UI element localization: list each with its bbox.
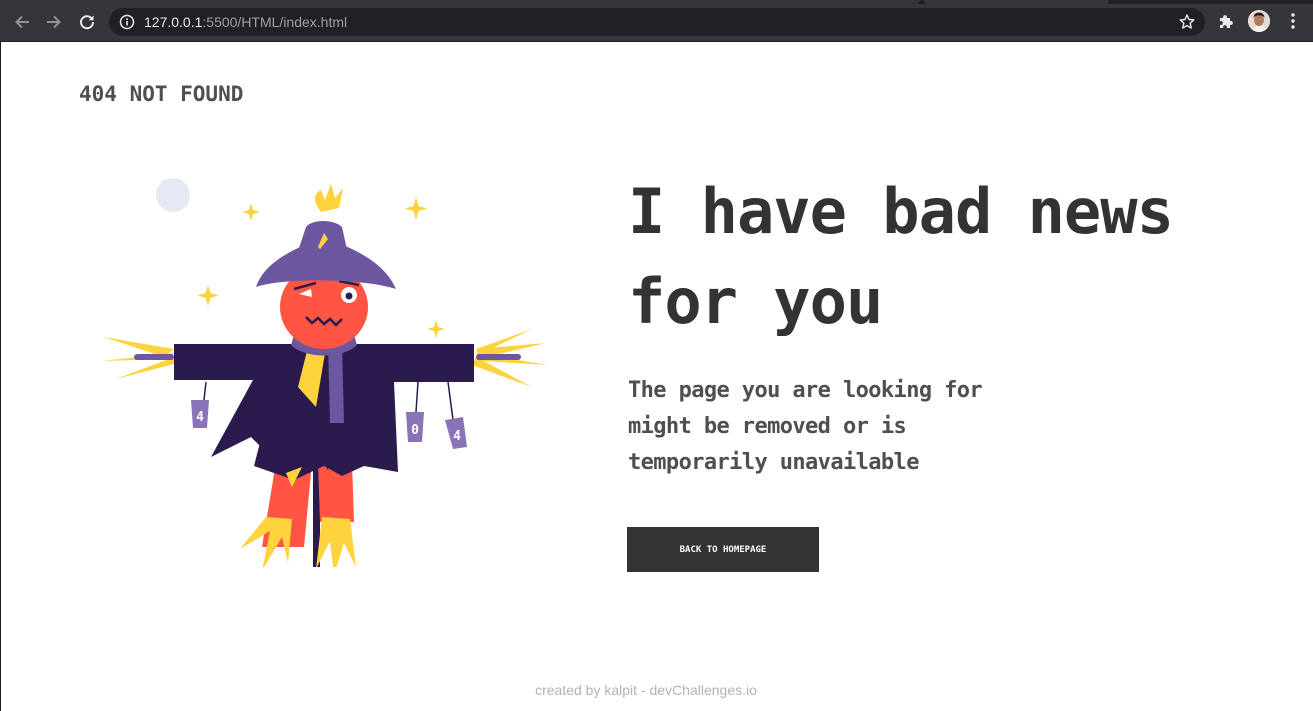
- scarecrow-illustration: 4 0 4: [102, 178, 548, 567]
- info-icon[interactable]: [119, 14, 135, 30]
- subtext: The page you are looking for might be re…: [628, 378, 983, 475]
- can-label: 4: [453, 429, 461, 444]
- back-to-homepage-button[interactable]: BACK TO HOMEPAGE: [627, 527, 819, 572]
- reload-button[interactable]: [75, 10, 99, 34]
- active-tab[interactable]: [0, 0, 920, 4]
- puzzle-icon[interactable]: [1217, 12, 1235, 30]
- forward-button[interactable]: [42, 10, 66, 34]
- moon: [156, 178, 190, 212]
- url-host: 127.0.0.1: [144, 14, 203, 30]
- url-path: :5500/HTML/index.html: [202, 14, 348, 30]
- avatar[interactable]: [1248, 10, 1270, 32]
- can-label: 4: [196, 410, 204, 425]
- page: 404 NOT FOUND 4 0 4 I have bad news for …: [0, 42, 1313, 711]
- tab-strip: [0, 0, 1313, 4]
- brand-title: 404 NOT FOUND: [79, 82, 244, 106]
- profile-photo: [1248, 10, 1270, 32]
- back-button[interactable]: [10, 10, 34, 34]
- browser-tab[interactable]: [924, 0, 1109, 4]
- address-bar[interactable]: 127.0.0.1:5500/HTML/index.html: [109, 8, 1205, 36]
- headline: I have bad news for you: [628, 175, 1174, 338]
- url-text[interactable]: 127.0.0.1:5500/HTML/index.html: [144, 14, 347, 30]
- browser-toolbar: 127.0.0.1:5500/HTML/index.html: [0, 0, 1313, 42]
- reload-icon: [80, 15, 95, 30]
- hat-straw: [315, 184, 343, 212]
- star-icon[interactable]: [1178, 13, 1196, 31]
- kebab-menu-icon[interactable]: [1287, 12, 1299, 30]
- arrow-left-icon: [15, 15, 29, 29]
- footer-credit: created by kalpit - devChallenges.io: [535, 682, 757, 698]
- can-label: 0: [411, 423, 419, 438]
- arrow-right-icon: [47, 15, 61, 29]
